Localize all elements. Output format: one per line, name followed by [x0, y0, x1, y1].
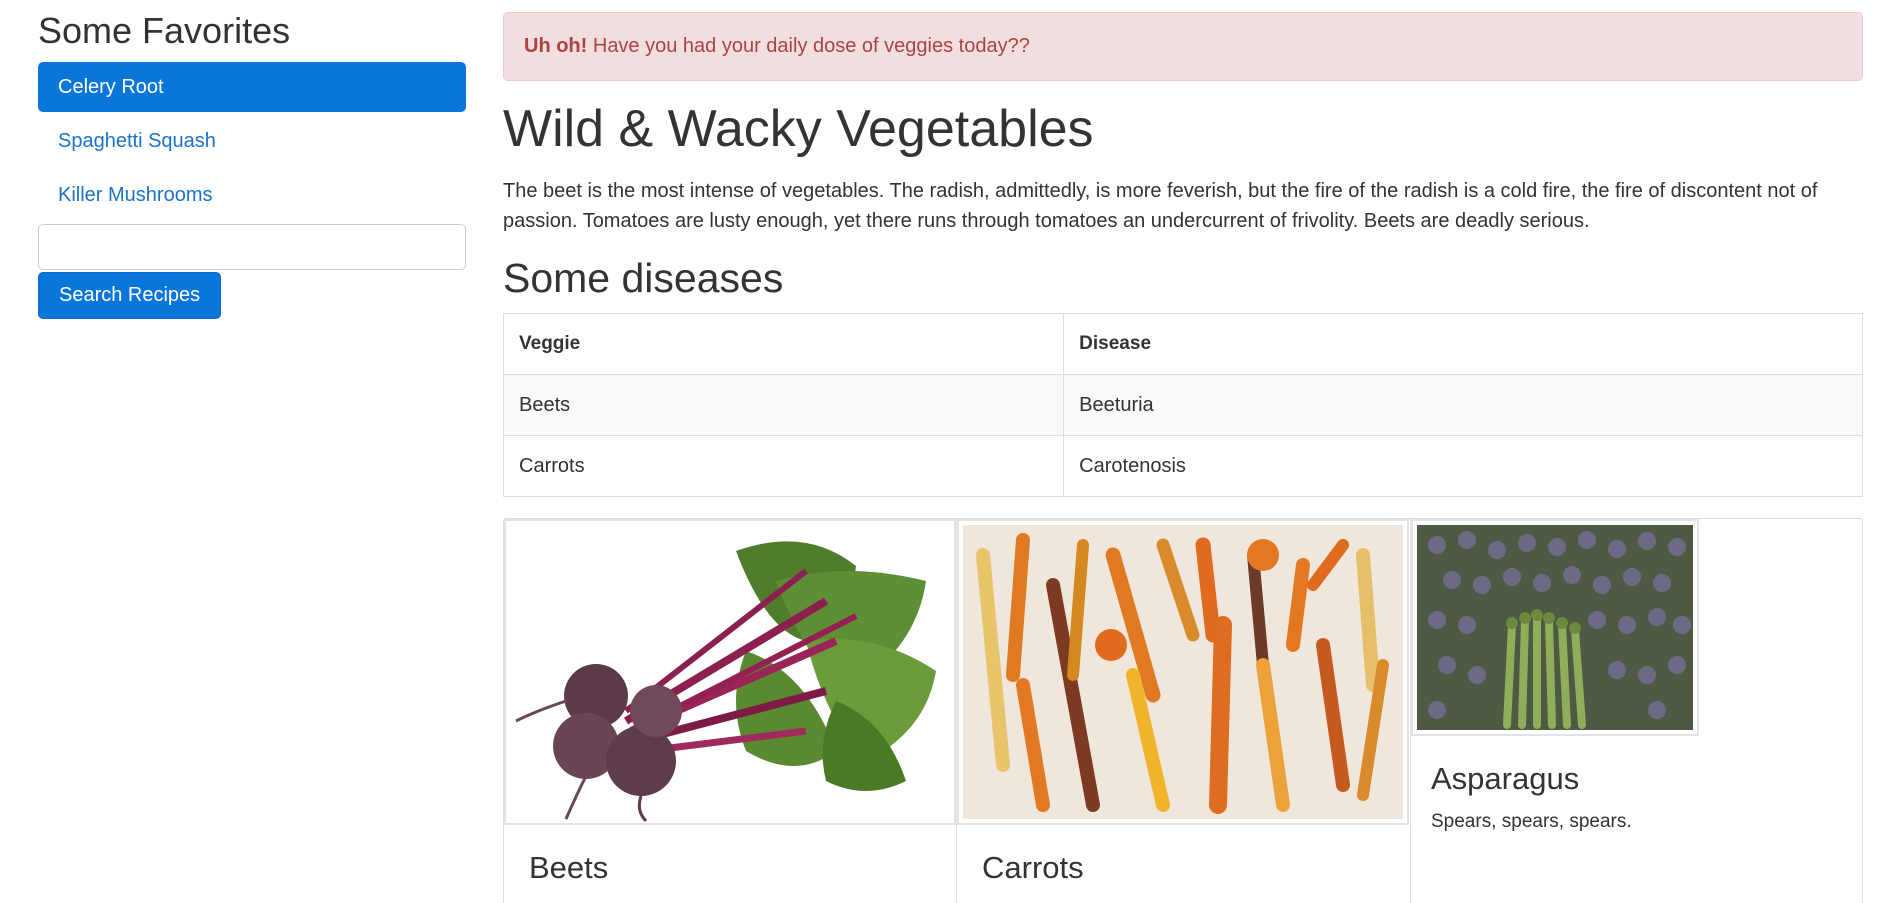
table-header-row: Veggie Disease [502, 313, 1863, 376]
column-header-disease: Disease [1063, 313, 1863, 376]
beets-illustration [506, 521, 954, 824]
table-cell: Beeturia [1063, 374, 1863, 437]
table-cell: Beets [502, 374, 1065, 437]
table-row: Beets Beeturia [502, 374, 1863, 437]
card-description: Spears, spears, spears. [1431, 811, 1632, 833]
carrots-illustration [963, 525, 1403, 820]
sidebar-title: Some Favorites [38, 10, 291, 51]
card-title: Carrots [982, 850, 1084, 886]
card-title: Asparagus [1431, 761, 1580, 797]
card-carrots[interactable]: Carrots [957, 519, 1410, 886]
asparagus-photo [1411, 519, 1699, 737]
beets-photo [504, 519, 956, 826]
column-header-veggie: Veggie [502, 313, 1065, 376]
asparagus-illustration [1417, 525, 1693, 731]
sidebar-item-killer-mushrooms[interactable]: Killer Mushrooms [38, 170, 466, 220]
alert-banner: Uh oh! Have you had your daily dose of v… [503, 12, 1863, 81]
intro-paragraph: The beet is the most intense of vegetabl… [503, 180, 1818, 233]
card-beets[interactable]: Beets [504, 519, 956, 886]
table-row: Carrots Carotenosis [502, 435, 1863, 498]
alert-strong: Uh oh! [524, 35, 588, 57]
search-recipes-button[interactable]: Search Recipes [38, 271, 222, 319]
carrots-photo [957, 519, 1409, 826]
sidebar: Some Favorites Celery Root Spaghetti Squ… [38, 0, 466, 319]
card-title: Beets [529, 850, 609, 886]
sidebar-item-celery-root[interactable]: Celery Root [38, 61, 466, 112]
sidebar-item-spaghetti-squash[interactable]: Spaghetti Squash [38, 116, 466, 166]
page-title: Wild & Wacky Vegetables [503, 100, 1094, 158]
table-cell: Carotenosis [1063, 435, 1863, 498]
diseases-table: Veggie Disease Beets Beeturia Carrots Ca… [502, 313, 1863, 498]
table-cell: Carrots [502, 435, 1065, 498]
alert-text: Have you had your daily dose of veggies … [587, 35, 1030, 57]
main-content: Uh oh! Have you had your daily dose of v… [502, 12, 1863, 903]
diseases-heading: Some diseases [503, 255, 784, 302]
vegetable-cards: Beets Carrots Asparagus Spears, spears, … [503, 518, 1863, 903]
card-asparagus[interactable]: Asparagus Spears, spears, spears. [1411, 519, 1862, 833]
search-input[interactable] [38, 223, 466, 270]
